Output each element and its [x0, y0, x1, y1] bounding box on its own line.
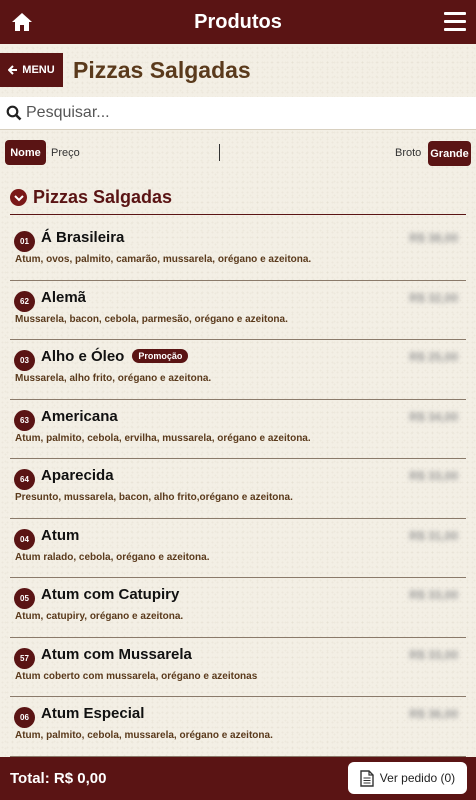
- size-large-button[interactable]: Grande: [428, 141, 471, 166]
- menu-back-label: MENU: [22, 64, 55, 76]
- product-item[interactable]: 64 Aparecida Presunto, mussarela, bacon,…: [10, 459, 466, 519]
- product-code: 57: [14, 647, 35, 669]
- sort-by-name-button[interactable]: Nome: [5, 140, 46, 165]
- product-price: R$ 34,00: [409, 409, 458, 424]
- top-bar: Produtos: [0, 0, 476, 44]
- product-price: R$ 38,00: [409, 231, 458, 245]
- product-code: 64: [14, 469, 35, 490]
- view-order-button[interactable]: Ver pedido (0): [348, 762, 467, 794]
- product-name: Á Brasileira: [41, 229, 125, 246]
- product-code: 63: [14, 409, 35, 431]
- product-price: R$ 25,00: [409, 350, 458, 364]
- product-name: Aparecida: [41, 467, 114, 484]
- section-divider: [10, 214, 466, 215]
- product-price: R$ 36,00: [409, 707, 458, 721]
- product-item[interactable]: 63 Americana Atum, palmito, cebola, ervi…: [10, 400, 466, 459]
- product-name: Atum com Mussarela: [41, 645, 192, 663]
- hamburger-menu-icon[interactable]: [444, 12, 466, 32]
- product-name: Atum Especial: [41, 705, 145, 722]
- product-name: Alho e Óleo Promoção: [41, 348, 189, 365]
- search-icon: [6, 105, 22, 121]
- product-description: Atum coberto com mussarela, orégano e az…: [15, 670, 258, 682]
- product-item[interactable]: 06 Atum Especial Atum, palmito, cebola, …: [10, 697, 466, 757]
- home-button[interactable]: [10, 10, 34, 34]
- product-description: Atum, ovos, palmito, camarão, mussarela,…: [15, 254, 312, 265]
- category-header: MENU Pizzas Salgadas: [0, 53, 476, 89]
- arrow-left-icon: [8, 65, 18, 75]
- product-price: R$ 33,00: [409, 588, 458, 602]
- sort-options: Nome Preço Broto Grande: [0, 140, 476, 166]
- page-title: Produtos: [194, 10, 282, 33]
- product-item[interactable]: 57 Atum com Mussarela Atum coberto com m…: [10, 638, 466, 697]
- search-input[interactable]: [26, 104, 456, 122]
- product-price: R$ 33,00: [409, 469, 458, 483]
- menu-back-button[interactable]: MENU: [0, 53, 63, 87]
- product-code: 03: [14, 350, 35, 371]
- product-price: R$ 31,00: [409, 528, 458, 543]
- view-order-label: Ver pedido (0): [379, 771, 456, 785]
- product-code: 05: [14, 588, 35, 609]
- product-item[interactable]: 01 Á Brasileira Atum, ovos, palmito, cam…: [10, 221, 466, 281]
- product-code: 06: [14, 707, 35, 728]
- product-list: 01 Á Brasileira Atum, ovos, palmito, cam…: [0, 221, 476, 757]
- product-price: R$ 32,00: [409, 290, 458, 305]
- category-title: Pizzas Salgadas: [73, 57, 251, 83]
- sort-divider: [219, 144, 220, 161]
- product-name: Atum com Catupiry: [41, 586, 180, 603]
- product-name: Americana: [41, 407, 118, 425]
- product-description: Mussarela, bacon, cebola, parmesão, orég…: [15, 313, 288, 325]
- home-icon: [12, 13, 32, 31]
- product-description: Atum, palmito, cebola, ervilha, mussarel…: [15, 432, 311, 444]
- search-bar: [0, 97, 476, 130]
- chevron-down-icon: [10, 189, 27, 206]
- section-header[interactable]: Pizzas Salgadas: [10, 187, 172, 208]
- product-code: 01: [14, 231, 35, 252]
- product-description: Presunto, mussarela, bacon, alho frito,o…: [15, 492, 293, 503]
- product-code: 04: [14, 528, 35, 550]
- product-item[interactable]: 04 Atum Atum ralado, cebola, orégano e a…: [10, 519, 466, 578]
- section-title: Pizzas Salgadas: [33, 187, 173, 207]
- product-price: R$ 33,00: [409, 647, 458, 662]
- product-item[interactable]: 05 Atum com Catupiry Atum, catupiry, oré…: [10, 578, 466, 638]
- product-description: Atum, catupiry, orégano e azeitona.: [15, 611, 184, 622]
- product-description: Atum ralado, cebola, orégano e azeitona.: [15, 551, 210, 563]
- product-name: Alemã: [41, 288, 87, 306]
- product-description: Mussarela, alho frito, orégano e azeiton…: [15, 373, 212, 384]
- size-small-button[interactable]: Broto: [395, 147, 421, 159]
- order-total: Total: R$ 0,00: [10, 770, 107, 787]
- promo-badge: Promoção: [132, 349, 189, 363]
- product-item[interactable]: 62 Alemã Mussarela, bacon, cebola, parme…: [10, 281, 466, 340]
- product-description: Atum, palmito, cebola, mussarela, orégan…: [15, 730, 273, 741]
- product-code: 62: [14, 290, 35, 312]
- footer-bar: Total: R$ 0,00 Ver pedido (0): [0, 757, 476, 800]
- document-icon: [360, 769, 374, 787]
- product-item[interactable]: 03 Alho e Óleo Promoção Mussarela, alho f…: [10, 340, 466, 400]
- sort-by-price-button[interactable]: Preço: [51, 147, 80, 159]
- product-name: Atum: [41, 526, 80, 544]
